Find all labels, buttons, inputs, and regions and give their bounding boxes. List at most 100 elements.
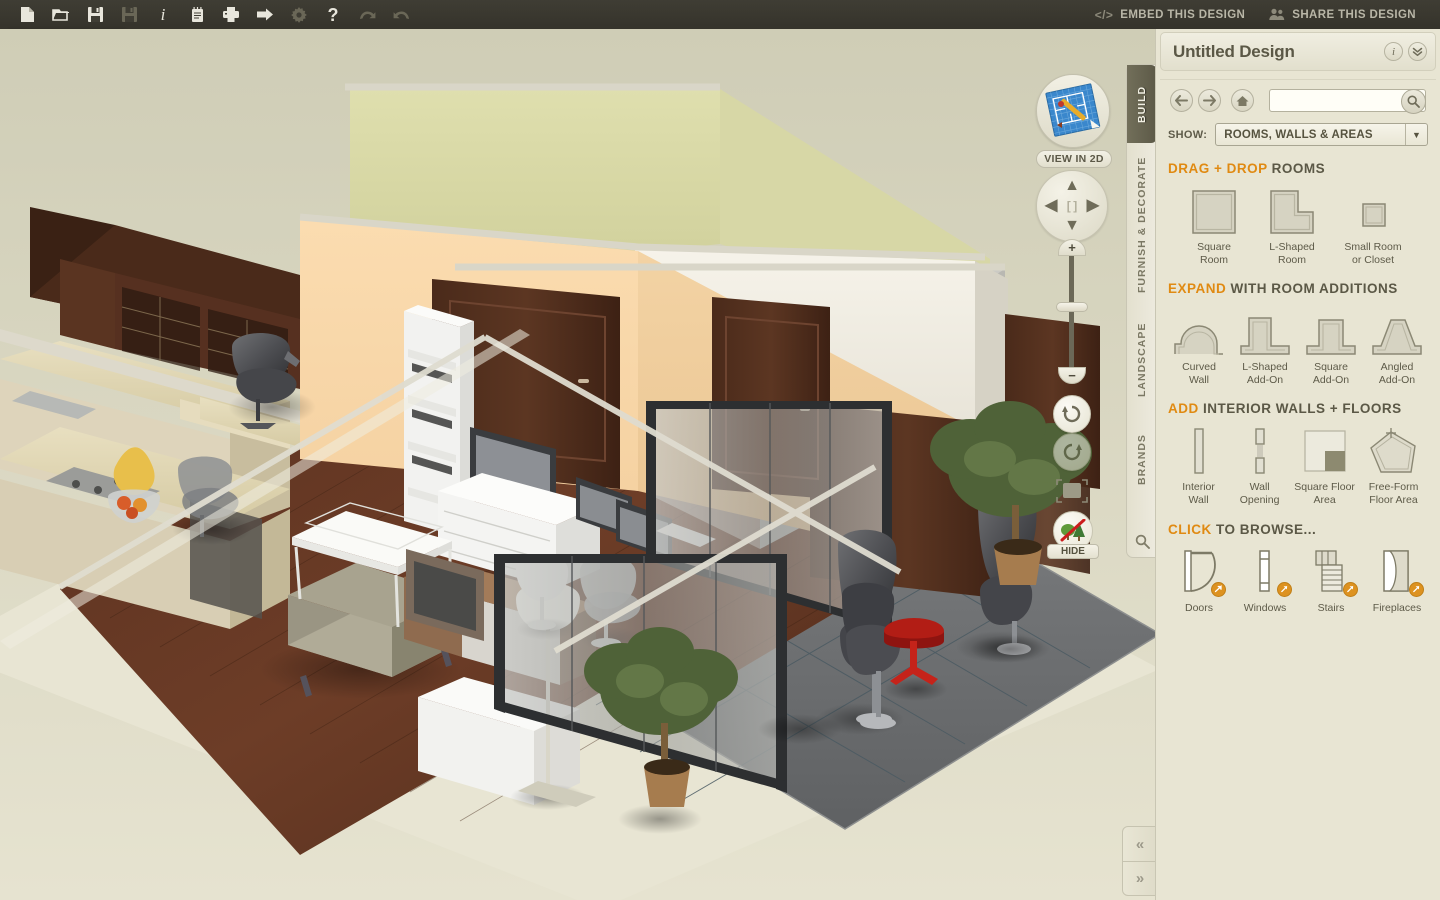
view-in-2d-label[interactable]: VIEW IN 2D (1036, 150, 1112, 168)
tool-square-room[interactable]: Square Room (1182, 184, 1246, 266)
fullscreen-frame-button[interactable] (1053, 476, 1091, 506)
rail-search-icon[interactable] (1132, 531, 1152, 551)
help-icon[interactable]: ? (316, 0, 350, 29)
chevron-double-down-icon[interactable] (1408, 42, 1427, 61)
wall-opening-icon (1229, 424, 1290, 476)
show-select[interactable]: ROOMS, WALLS & AREAS ▼ (1215, 123, 1428, 146)
pan-up-icon[interactable]: ▲ (1064, 178, 1080, 194)
fireplaces-icon (1366, 545, 1428, 597)
section-title-rooms: DRAG + DROP ROOMS (1168, 161, 1428, 176)
save-as-icon[interactable] (112, 0, 146, 29)
tool-curved-wall[interactable]: Curved Wall (1168, 304, 1230, 386)
info-icon[interactable]: i (146, 0, 180, 29)
section-title-rest: INTERIOR WALLS + FLOORS (1198, 401, 1402, 417)
zoom-out-button[interactable]: − (1058, 367, 1086, 384)
recenter-icon[interactable]: [ ] (1067, 200, 1077, 212)
tool-small-room-label: Small Room or Closet (1344, 241, 1402, 266)
tool-l-shaped-addon[interactable]: L-Shaped Add-On (1234, 304, 1296, 386)
hide-label[interactable]: HIDE (1047, 544, 1099, 559)
curved-wall-icon (1168, 304, 1230, 356)
tool-square-addon[interactable]: Square Add-On (1300, 304, 1362, 386)
panel-collapse-controls: « » (1122, 826, 1158, 896)
tool-square-floor-area[interactable]: Square Floor Area (1290, 424, 1359, 506)
notes-icon[interactable] (180, 0, 214, 29)
rail-tab-brands[interactable]: BRANDS (1127, 417, 1157, 503)
rail-tab-furnish-decorate[interactable]: FURNISH & DECORATE (1127, 147, 1157, 303)
pan-down-icon[interactable]: ▼ (1064, 218, 1080, 234)
tool-fireplaces[interactable]: Fireplaces (1366, 545, 1428, 615)
section-title-walls: ADD INTERIOR WALLS + FLOORS (1168, 401, 1428, 416)
tool-interior-wall[interactable]: Interior Wall (1168, 424, 1229, 506)
collapse-left-button[interactable]: « (1122, 826, 1158, 861)
undo-icon[interactable] (350, 0, 384, 29)
square-room-icon (1182, 184, 1246, 236)
tool-free-form-floor-area[interactable]: Free-Form Floor Area (1359, 424, 1428, 506)
embed-design-label: EMBED THIS DESIGN (1120, 8, 1246, 21)
tool-curved-wall-label: Curved Wall (1182, 361, 1216, 386)
l-shaped-room-icon (1260, 184, 1324, 236)
zoom-slider-thumb[interactable] (1056, 302, 1088, 312)
tool-l-shaped-room-label: L-Shaped Room (1269, 241, 1315, 266)
share-design-label: SHARE THIS DESIGN (1292, 8, 1416, 21)
tool-square-room-label: Square Room (1197, 241, 1231, 266)
nav-home-icon[interactable] (1231, 89, 1254, 112)
tool-angled-addon-label: Angled Add-On (1378, 361, 1416, 386)
toolbar-icon-group: i ? (0, 0, 418, 29)
show-filter-row: SHOW: ROOMS, WALLS & AREAS ▼ (1168, 123, 1428, 146)
tool-stairs[interactable]: Stairs (1300, 545, 1362, 615)
view-in-2d-button[interactable] (1036, 74, 1110, 148)
new-document-icon[interactable] (10, 0, 44, 29)
tool-fireplaces-label: Fireplaces (1372, 601, 1422, 614)
tool-small-room[interactable]: Small Room or Closet (1338, 184, 1408, 266)
embed-design-button[interactable]: </> EMBED THIS DESIGN (1083, 0, 1258, 29)
rotate-left-button[interactable] (1053, 395, 1091, 433)
print-icon[interactable] (214, 0, 248, 29)
zoom-in-button[interactable]: + (1058, 239, 1086, 256)
chevron-down-icon[interactable]: ▼ (1405, 124, 1427, 145)
rail-tab-build[interactable]: BUILD (1127, 65, 1157, 143)
search-icon[interactable] (1401, 89, 1426, 114)
tool-angled-addon[interactable]: Angled Add-On (1366, 304, 1428, 386)
settings-gear-icon[interactable] (282, 0, 316, 29)
show-selected-value: ROOMS, WALLS & AREAS (1224, 128, 1373, 141)
l-shaped-addon-icon (1234, 304, 1296, 356)
zoom-slider-track[interactable] (1069, 253, 1074, 371)
design-info-icon[interactable]: i (1384, 42, 1403, 61)
tool-l-shaped-room[interactable]: L-Shaped Room (1260, 184, 1324, 266)
section-title-rest: ROOMS (1267, 161, 1326, 176)
open-folder-icon[interactable] (44, 0, 78, 29)
export-icon[interactable] (248, 0, 282, 29)
panel-search[interactable] (1269, 89, 1426, 114)
pan-left-icon[interactable]: ◀ (1045, 198, 1057, 214)
panel-header-actions: i (1384, 42, 1427, 61)
browse-badge-icon (1211, 581, 1226, 597)
tool-wall-opening[interactable]: Wall Opening (1229, 424, 1290, 506)
save-icon[interactable] (78, 0, 112, 29)
tool-interior-wall-label: Interior Wall (1182, 481, 1215, 506)
share-design-button[interactable]: SHARE THIS DESIGN (1257, 0, 1428, 29)
pan-right-icon[interactable]: ▶ (1087, 198, 1099, 214)
rail-tab-landscape[interactable]: LANDSCAPE (1127, 307, 1157, 413)
nav-forward-icon[interactable] (1198, 89, 1221, 112)
view-mode-control: VIEW IN 2D (1036, 74, 1112, 168)
section-room-additions: EXPAND WITH ROOM ADDITIONS Curved Wall L-… (1168, 266, 1428, 386)
square-addon-icon (1300, 304, 1362, 356)
rotate-right-button[interactable] (1053, 433, 1091, 471)
nav-back-icon[interactable] (1170, 89, 1193, 112)
panel-section-rail: BUILD FURNISH & DECORATE LANDSCAPE BRAND… (1126, 64, 1157, 558)
tool-doors[interactable]: Doors (1168, 545, 1230, 615)
expand-right-button[interactable]: » (1122, 861, 1158, 896)
section-title-rest: WITH ROOM ADDITIONS (1226, 281, 1398, 297)
redo-icon[interactable] (384, 0, 418, 29)
browse-badge-icon (1277, 581, 1292, 597)
tool-doors-label: Doors (1184, 601, 1213, 614)
section-title-highlight: DRAG + DROP (1168, 161, 1268, 176)
interior-wall-icon (1168, 424, 1229, 476)
tool-windows[interactable]: Windows (1234, 545, 1296, 615)
zoom-slider[interactable]: + − (1056, 239, 1088, 384)
pan-control[interactable]: ▲ ▼ ◀ ▶ [ ] (1036, 170, 1108, 242)
browse-badge-icon (1343, 581, 1358, 597)
show-label: SHOW: (1168, 128, 1208, 141)
design-canvas-3d[interactable]: VIEW IN 2D ▲ ▼ ◀ ▶ [ ] + − HIDE (0, 29, 1155, 900)
isometric-floorplan-scene (0, 29, 1155, 900)
